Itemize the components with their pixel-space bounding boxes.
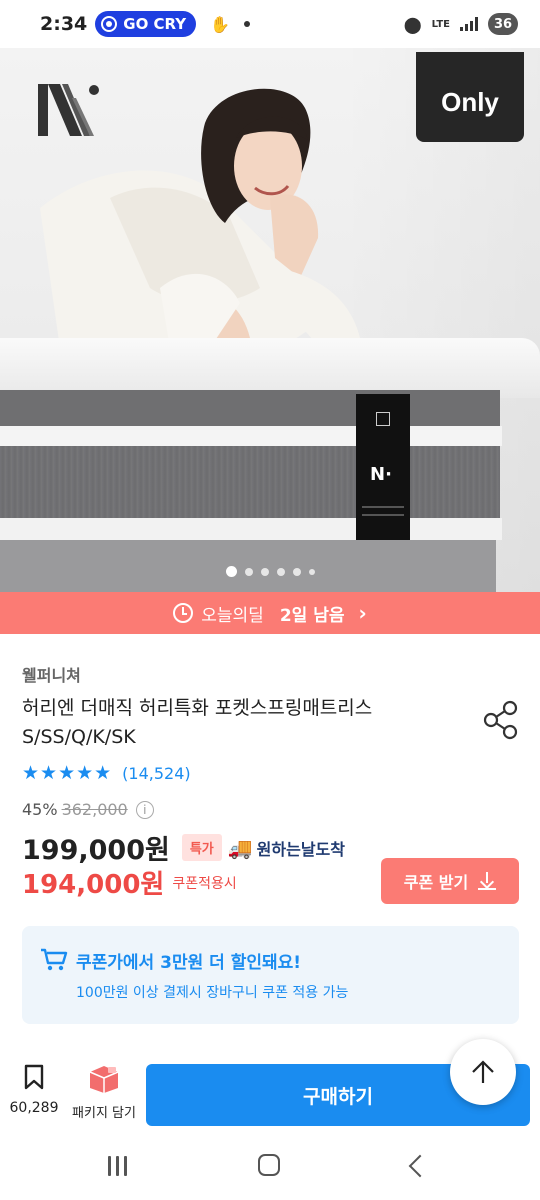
rating[interactable]: ★★★★★ (14,524): [22, 762, 191, 784]
location-icon: ⬤: [403, 14, 422, 34]
mattress-stripe: [0, 518, 502, 540]
download-icon: [478, 872, 497, 890]
carousel-dot[interactable]: [308, 568, 315, 575]
clock-icon: [173, 603, 194, 623]
review-count: (14,524): [122, 763, 191, 783]
scroll-to-top-button[interactable]: [450, 1039, 516, 1105]
status-bar: 2:34 GO CRY ✋ ⬤ LTE 36: [0, 0, 540, 48]
package-add-button[interactable]: 패키지 담기: [66, 1064, 142, 1121]
back-icon[interactable]: [408, 1154, 432, 1178]
brand-name[interactable]: 웰퍼니쳐: [22, 662, 81, 686]
product-image-carousel[interactable]: Only N·: [0, 48, 540, 592]
package-box-icon: [89, 1066, 119, 1093]
go-pill-label: GO CRY: [123, 15, 187, 33]
get-coupon-button[interactable]: 쿠폰 받기: [381, 858, 519, 904]
mattress-top: [0, 338, 540, 398]
sale-price: 199,000원: [22, 835, 170, 866]
discount-row: 45% 362,000 i: [22, 800, 154, 819]
go-pill-icon: [101, 16, 118, 32]
status-time: 2:34: [40, 13, 88, 35]
wishlist-count: 60,289: [9, 1100, 59, 1116]
share-icon[interactable]: [482, 700, 520, 740]
carousel-dot[interactable]: [276, 567, 285, 576]
home-icon[interactable]: [258, 1154, 280, 1176]
package-label: 패키지 담기: [72, 1106, 136, 1121]
carousel-dot[interactable]: [225, 566, 237, 577]
battery-indicator: 36: [488, 13, 518, 35]
network-type: LTE: [431, 18, 450, 30]
star-rating-icon: ★★★★★: [22, 762, 113, 784]
coupon-info-subtitle: 100만원 이상 결제시 장바구니 쿠폰 적용 가능: [76, 985, 349, 1001]
coupon-button-label: 쿠폰 받기: [403, 873, 469, 892]
chevron-right-icon: ›: [358, 601, 367, 625]
special-price-badge: 특가: [181, 834, 222, 861]
label-logo-icon: N·: [370, 464, 392, 485]
coupon-price: 194,000원: [22, 870, 165, 900]
arrow-up-icon: [472, 1060, 494, 1083]
house-icon: [376, 412, 390, 426]
discount-percent: 45%: [22, 800, 58, 819]
delivery-truck-icon: 🚚: [227, 835, 253, 860]
label-line: [362, 514, 404, 516]
wishlist-button[interactable]: 60,289: [6, 1064, 62, 1116]
deal-label: 오늘의딜: [201, 605, 264, 626]
product-title: 허리엔 더매직 허리특화 포켓스프링매트리스 S/SS/Q/K/SK: [22, 697, 373, 748]
signal-icon: [460, 17, 478, 31]
cart-icon: [41, 948, 68, 971]
recent-apps-icon[interactable]: [108, 1156, 127, 1176]
coupon-note: 쿠폰적용시: [172, 875, 237, 892]
notification-dot-icon: [244, 21, 251, 27]
todays-deal-banner[interactable]: 오늘의딜 2일 남음 ›: [0, 592, 540, 634]
hand-icon: ✋: [210, 14, 231, 34]
original-price: 362,000: [61, 800, 128, 819]
delivery-label: 원하는날도착: [256, 839, 345, 859]
deal-remaining: 2일 남음: [279, 605, 345, 626]
carousel-dot[interactable]: [292, 567, 301, 576]
carousel-dots[interactable]: [0, 566, 540, 577]
label-line: [362, 506, 404, 508]
mattress-stripe: [0, 426, 502, 446]
system-nav-bar: [0, 1134, 540, 1200]
price-row: 199,000원 특가 🚚 원하는날도착: [22, 828, 345, 867]
info-icon[interactable]: i: [135, 800, 154, 819]
bookmark-icon: [24, 1064, 44, 1090]
go-crypto-pill[interactable]: GO CRY: [95, 11, 197, 37]
coupon-price-row: 194,000원 쿠폰적용시: [22, 864, 237, 901]
mattress-body: [0, 446, 500, 518]
mattress-band: [0, 390, 500, 426]
carousel-dot[interactable]: [260, 567, 269, 576]
mattress-label-tag: N·: [356, 394, 410, 540]
carousel-dot[interactable]: [244, 567, 253, 576]
coupon-info-box[interactable]: 쿠폰가에서 3만원 더 할인돼요! 100만원 이상 결제시 장바구니 쿠폰 적…: [22, 926, 519, 1024]
coupon-info-title: 쿠폰가에서 3만원 더 할인돼요!: [76, 953, 302, 973]
